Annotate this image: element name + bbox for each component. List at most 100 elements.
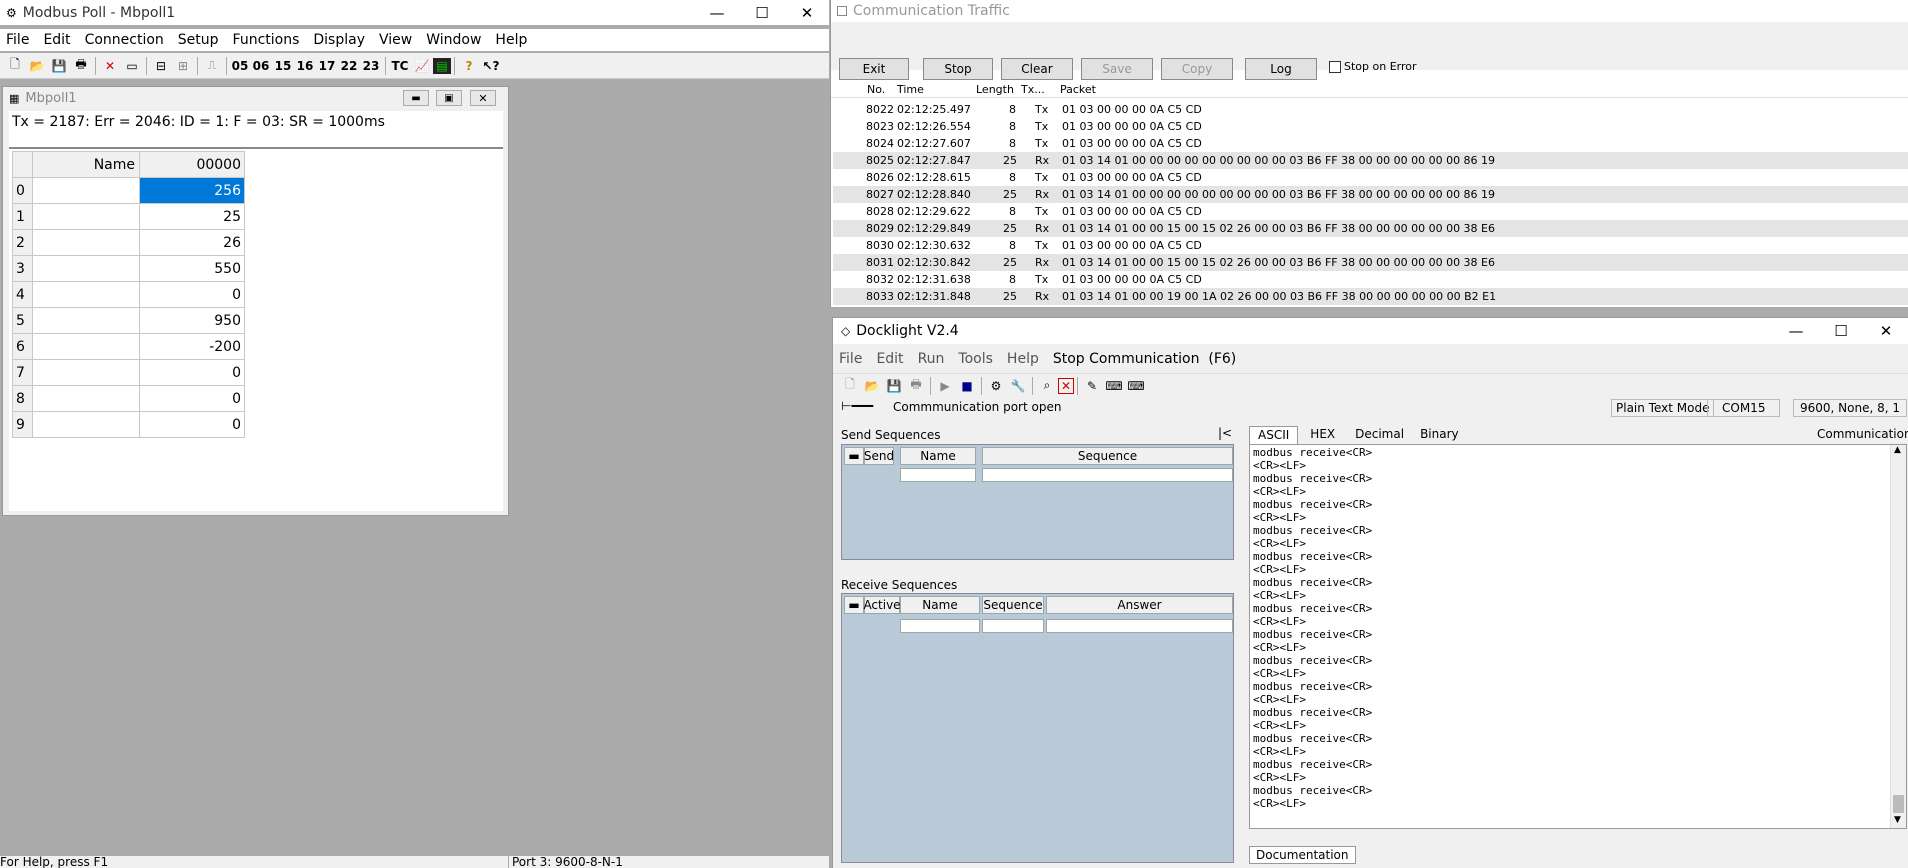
clear-button[interactable]: Clear [1001,58,1073,80]
name-cell[interactable] [32,411,140,438]
docklight-minimize-button[interactable]: — [1773,318,1819,343]
menu-help[interactable]: Help [489,32,535,48]
documentation-tab[interactable]: Documentation [1249,846,1356,864]
function-15-button[interactable]: 15 [272,55,294,77]
active-col-header[interactable]: Active [863,596,901,614]
log-button[interactable]: Log [1245,58,1317,80]
maximize-button[interactable]: ☐ [739,0,785,25]
function-05-button[interactable]: 05 [230,55,250,77]
name-cell[interactable] [32,281,140,308]
list-item[interactable]: 8026 02:12:28.615 8 Tx 01 03 00 00 00 0A C5 … [833,169,1908,186]
write-icon[interactable]: ⊞ [172,55,194,77]
name-col-header[interactable]: Name [900,447,976,465]
list-item[interactable]: 8033 02:12:31.848 25 Rx 01 03 14 01 00 00 19… [833,288,1908,305]
send-col-header[interactable]: Send [864,447,894,465]
name-cell[interactable] [32,229,140,256]
save-icon[interactable]: 💾 [883,375,905,397]
col-header-tx[interactable]: Tx... [1021,83,1045,96]
pulse-icon[interactable]: ⎍ [201,55,223,77]
read-icon[interactable]: ⊟ [150,55,172,77]
receive-sequence-input[interactable] [982,619,1044,633]
col-header-no[interactable]: No. [867,83,885,96]
menu-help[interactable]: Help [1001,351,1047,367]
child-minimize-button[interactable]: ▬ [403,90,429,106]
traffic-button[interactable]: TC [389,55,411,77]
table-row[interactable]: 2 26 [12,229,245,256]
list-item[interactable]: 8023 02:12:26.554 8 Tx 01 03 00 00 00 0A C5 … [833,118,1908,135]
value-cell[interactable]: 25 [139,203,245,230]
edit-icon[interactable]: ✎ [1081,375,1103,397]
name-cell[interactable] [32,359,140,386]
col-header-time[interactable]: Time [897,83,924,96]
menu-view[interactable]: View [373,32,420,48]
exit-button[interactable]: Exit [839,58,909,80]
terminal-output[interactable]: modbus receive<CR> <CR><LF> modbus recei… [1249,444,1907,829]
table-row[interactable]: 1 25 [12,203,245,230]
menu-tools[interactable]: Tools [952,351,1001,367]
function-23-button[interactable]: 23 [360,55,382,77]
grid-header-name[interactable]: Name [32,151,140,178]
sequence-col-header[interactable]: Sequence [982,447,1233,465]
value-cell[interactable]: 256 [139,177,245,204]
traffic-title-bar[interactable]: Communication Traffic [831,0,1908,22]
list-item[interactable]: 8024 02:12:27.607 8 Tx 01 03 00 00 00 0A C5 … [833,135,1908,152]
receive-answer-input[interactable] [1046,619,1233,633]
close-button[interactable]: ✕ [784,0,829,25]
disconnect-icon[interactable]: ✕ [99,55,121,77]
settings-icon[interactable]: ⚙ [985,375,1007,397]
copy-button[interactable]: Copy [1161,58,1233,80]
table-row[interactable]: 8 0 [12,385,245,412]
function-17-button[interactable]: 17 [316,55,338,77]
value-cell[interactable]: 550 [139,255,245,282]
open-folder-icon[interactable]: 📂 [861,375,883,397]
name-cell[interactable] [32,177,140,204]
new-file-icon[interactable]: 🗋 [839,375,861,397]
value-cell[interactable]: 0 [139,359,245,386]
name-cell[interactable] [32,307,140,334]
list-item[interactable]: 8032 02:12:31.638 8 Tx 01 03 00 00 00 0A C5 … [833,271,1908,288]
tab-binary[interactable]: Binary [1412,426,1467,444]
table-row[interactable]: 7 0 [12,359,245,386]
scroll-thumb[interactable] [1893,795,1904,813]
context-help-icon[interactable]: ↖? [480,55,502,77]
menu-run[interactable]: Run [912,351,953,367]
menu-setup[interactable]: Setup [172,32,227,48]
find-icon[interactable]: ⌕ [1036,375,1058,397]
list-item[interactable]: 8028 02:12:29.622 8 Tx 01 03 00 00 00 0A C5 … [833,203,1908,220]
print-icon[interactable]: 🖶 [70,55,92,77]
table-row[interactable]: 4 0 [12,281,245,308]
list-item[interactable]: 8031 02:12:30.842 25 Rx 01 03 14 01 00 00 15… [833,254,1908,271]
menu-file[interactable]: File [0,32,37,48]
menu-edit[interactable]: Edit [37,32,78,48]
name-cell[interactable] [32,203,140,230]
child-title-bar[interactable]: ▦ Mbpoll1 ▬ ▣ ✕ [3,87,508,109]
table-row[interactable]: 5 950 [12,307,245,334]
value-cell[interactable]: -200 [139,333,245,360]
list-item[interactable]: 8027 02:12:28.840 25 Rx 01 03 14 01 00 00 00… [833,186,1908,203]
sequence-col-header[interactable]: Sequence [982,596,1044,614]
name-col-header[interactable]: Name [900,596,980,614]
list-item[interactable]: 8022 02:12:25.497 8 Tx 01 03 00 00 00 0A C5 … [833,101,1908,118]
grid-header-address[interactable]: 00000 [139,151,245,178]
function-22-button[interactable]: 22 [338,55,360,77]
send-name-input[interactable] [900,468,976,482]
tab-ascii[interactable]: ASCII [1249,426,1299,444]
list-item[interactable]: 8025 02:12:27.847 25 Rx 01 03 14 01 00 00 00… [833,152,1908,169]
value-cell[interactable]: 0 [139,385,245,412]
print-icon[interactable]: 🖶 [905,375,927,397]
value-cell[interactable]: 950 [139,307,245,334]
menu-connection[interactable]: Connection [79,32,172,48]
value-cell[interactable]: 26 [139,229,245,256]
col-header-packet[interactable]: Packet [1060,83,1096,96]
table-row[interactable]: 6 -200 [12,333,245,360]
name-cell[interactable] [32,385,140,412]
table-row[interactable]: 0 256 [12,177,245,204]
value-cell[interactable]: 0 [139,411,245,438]
table-row[interactable]: 3 550 [12,255,245,282]
receive-name-input[interactable] [900,619,980,633]
menu-window[interactable]: Window [420,32,489,48]
clear-icon[interactable]: ✕ [1058,377,1074,394]
wrench-icon[interactable]: 🔧 [1007,375,1029,397]
chart-icon[interactable]: 📈 [411,55,433,77]
scroll-up-icon[interactable]: ▲ [1894,445,1901,455]
